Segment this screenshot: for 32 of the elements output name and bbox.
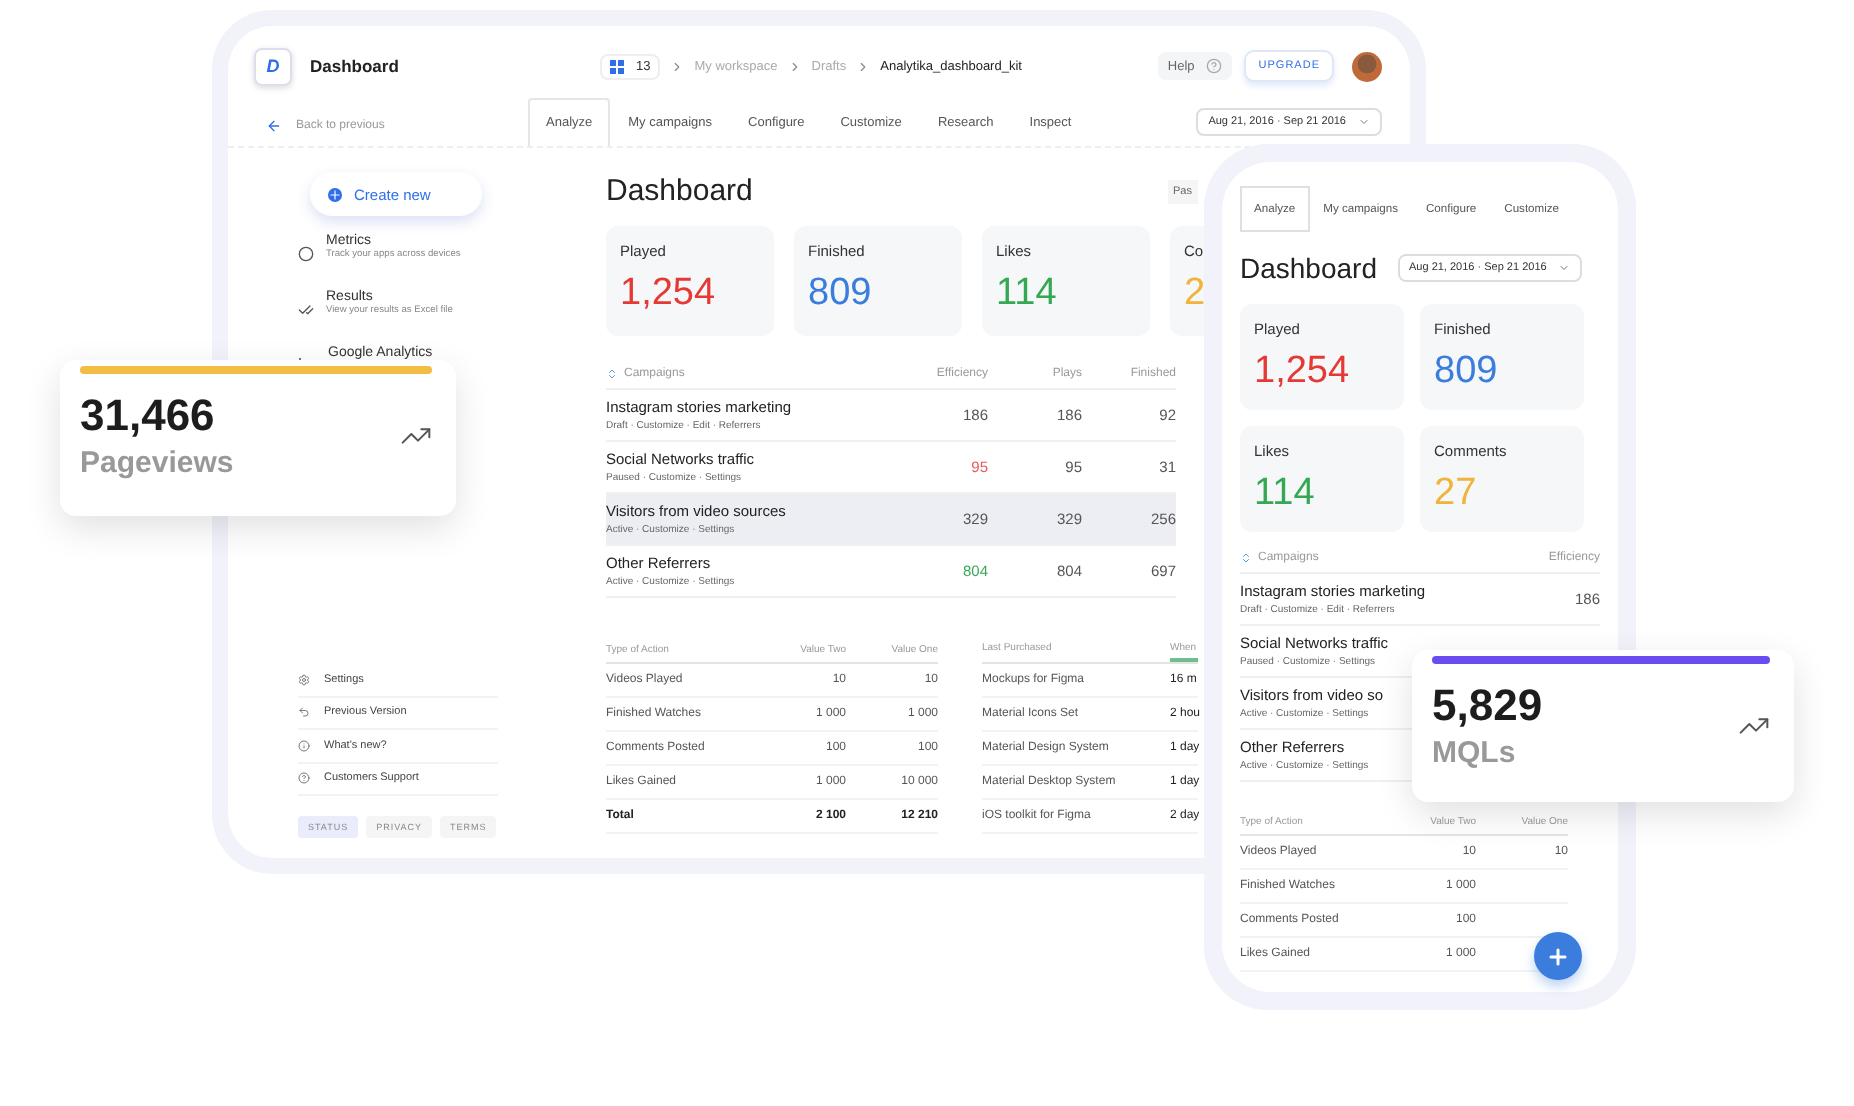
back-arrow-icon [266, 118, 282, 134]
page-title: Dashboard [1240, 252, 1377, 284]
stat-value: 809 [808, 272, 874, 316]
app-logo: D [254, 47, 292, 85]
stat-value: 2 [1184, 272, 1208, 316]
metric-label: Pageviews [80, 446, 234, 480]
undo-icon [298, 706, 310, 719]
stat-value: 809 [1434, 350, 1500, 394]
stat-value: 114 [996, 272, 1059, 316]
info-icon [298, 739, 310, 752]
help-icon [298, 772, 310, 785]
app-title: Dashboard [310, 56, 401, 76]
chevron-icon [856, 59, 871, 73]
metric-value: 31,466 [80, 390, 217, 442]
chevron-icon [787, 59, 802, 73]
chevron-icon [670, 59, 685, 73]
caret-icon [1358, 116, 1370, 128]
stat-value: 1,254 [1254, 350, 1352, 394]
grid-icon [610, 59, 624, 73]
plus-icon [328, 187, 342, 201]
double-check-icon [298, 302, 314, 318]
gear-icon [298, 673, 310, 686]
help-icon [1206, 58, 1223, 74]
metric-value: 5,829 [1432, 680, 1543, 732]
stat-value: 27 [1434, 472, 1479, 516]
circle-icon [298, 246, 314, 262]
caret-icon [1558, 262, 1571, 274]
metric-label: MQLs [1432, 736, 1518, 770]
page-title: Dashboard [606, 174, 753, 208]
stat-value: 114 [1254, 472, 1317, 516]
avatar[interactable] [1352, 51, 1382, 81]
stat-value: 1,254 [620, 272, 718, 316]
